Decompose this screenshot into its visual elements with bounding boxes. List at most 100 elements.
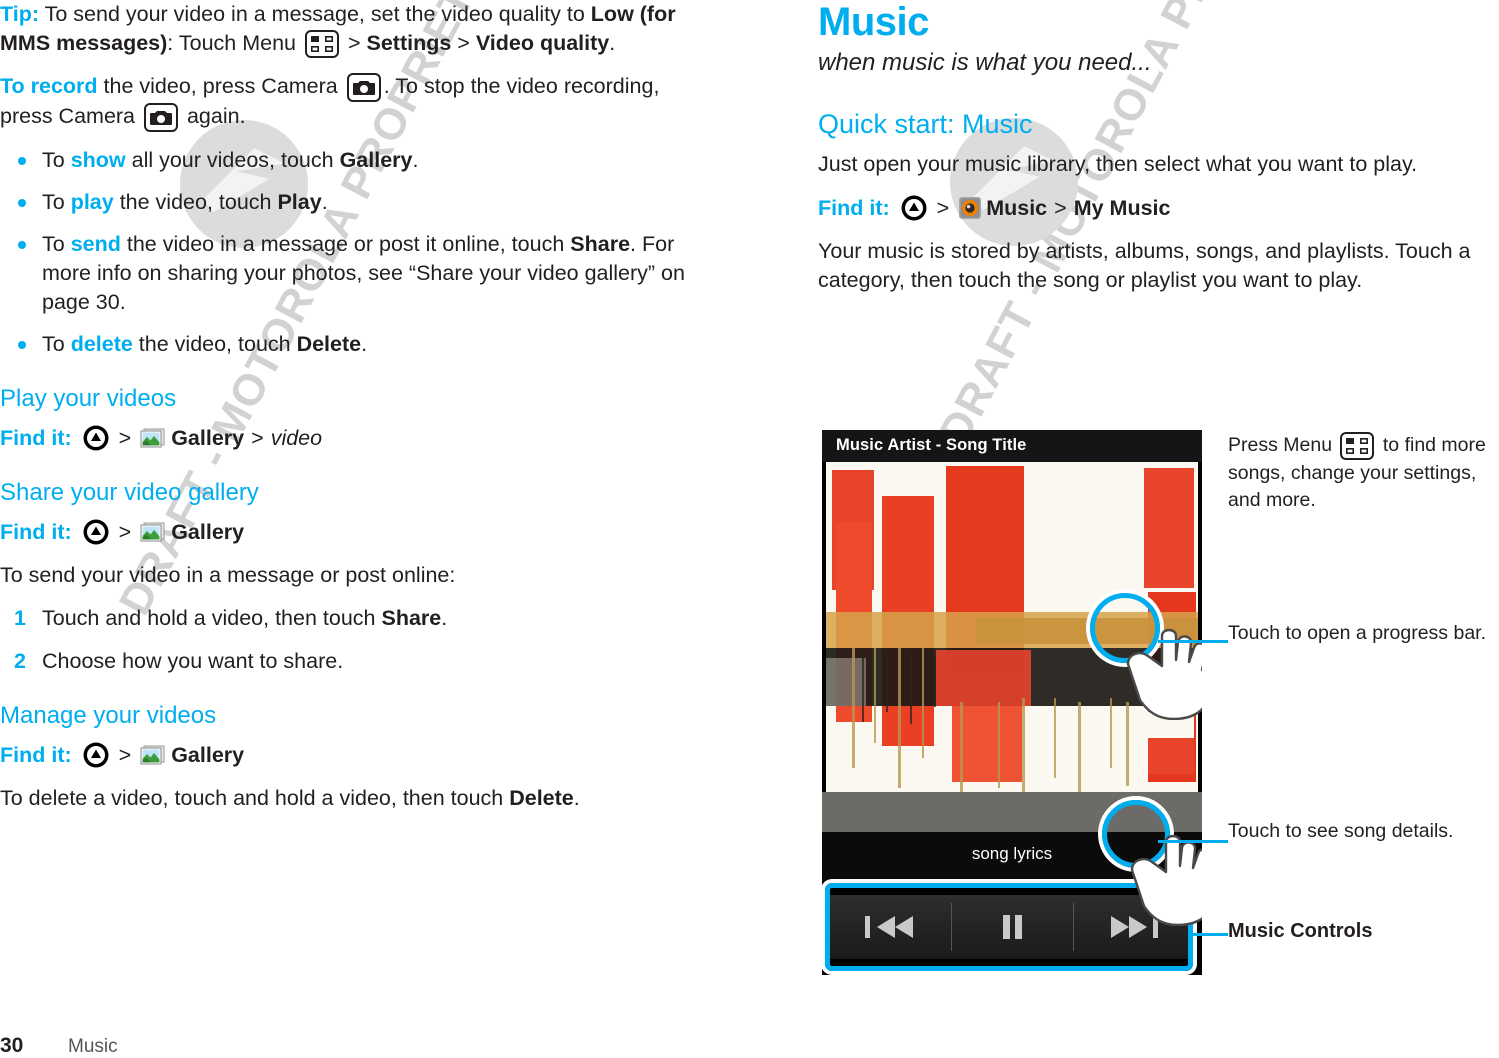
section-heading-quick-start: Quick start: Music [818, 109, 1033, 139]
bullet-post: . [321, 189, 328, 214]
bullet-pre: To [42, 147, 71, 172]
bullet-accent: show [70, 147, 126, 172]
callout-leader-music-controls [1190, 933, 1228, 936]
gallery-label: Gallery [171, 519, 245, 544]
chevron-gt: > [1054, 196, 1067, 220]
gallery-icon [140, 426, 167, 449]
find-it-share-gallery: Find it: > Gallery [0, 517, 700, 547]
bullet-post: . [412, 147, 419, 172]
callout-menu: Press Menu to find more songs, change yo… [1228, 432, 1499, 514]
launcher-icon [900, 194, 928, 222]
tip-gt-1: > [341, 31, 367, 55]
bullet-bold: Play [277, 189, 322, 214]
callout-menu-pre: Press Menu [1228, 434, 1338, 457]
bullet-post: . [361, 331, 368, 356]
touch-hand-icon [1118, 620, 1202, 721]
quick-start-body: Just open your music library, then selec… [818, 152, 1418, 176]
record-paragraph: To record the video, press Camera . To s… [0, 72, 700, 132]
bullet-mid: the video, touch [113, 189, 278, 214]
share-intro-paragraph: To send your video in a message or post … [0, 562, 456, 587]
tip-bold-settings: Settings [366, 31, 452, 55]
chevron-gt: > [936, 196, 950, 220]
launcher-icon [82, 424, 110, 452]
bullet-bold: Share [570, 231, 631, 256]
bullet-bold: Delete [296, 331, 362, 356]
share-steps-list: Touch and hold a video, then touch Share… [0, 604, 700, 676]
video-actions-list: To show all your videos, touch Gallery. … [0, 146, 700, 359]
page-title: Music [818, 0, 929, 44]
now-playing-title: Music Artist - Song Title [836, 436, 1027, 454]
tip-bold-video-quality: Video quality [475, 31, 610, 55]
callout-leader-progress [1158, 640, 1228, 643]
tip-text-2: : Touch Menu [167, 31, 302, 55]
callout-leader-song-details [1158, 840, 1228, 843]
chevron-gt: > [251, 425, 264, 450]
delete-bold: Delete [509, 785, 574, 810]
find-it-music: Find it: > Music > My Music [818, 193, 1499, 223]
tip-text-1: To send your video in a message, set the… [39, 2, 591, 26]
music-label: Music [986, 196, 1048, 220]
menu-icon [1340, 432, 1375, 460]
camera-icon [144, 102, 178, 132]
record-label: To record [0, 74, 98, 99]
delete-paragraph: To delete a video, touch and hold a vide… [0, 784, 700, 813]
now-playing-title-bar: Music Artist - Song Title [822, 430, 1202, 462]
my-music-label: My Music [1073, 196, 1171, 220]
delete-pre: To delete a video, touch and hold a vide… [0, 785, 510, 810]
menu-icon [304, 30, 339, 59]
music-player-figure: Music Artist - Song Title song lyrics [822, 430, 1202, 975]
bullet-pre: To [42, 189, 71, 214]
step-pre: Choose how you want to share. [42, 648, 344, 673]
tip-label: Tip: [0, 2, 40, 26]
bullet-bold: Gallery [339, 147, 413, 172]
find-it-label: Find it: [0, 519, 72, 544]
list-item: To play the video, touch Play. [0, 188, 700, 217]
chevron-gt: > [118, 425, 132, 450]
callout-song-details: Touch to see song details. [1228, 820, 1454, 842]
gallery-icon [140, 520, 167, 543]
right-column: Music when music is what you need... Qui… [818, 0, 1499, 309]
camera-icon [346, 73, 381, 103]
left-column: Tip: To send your video in a message, se… [0, 0, 700, 827]
step-bold: Share [381, 605, 442, 630]
find-it-manage-videos: Find it: > Gallery [0, 740, 700, 770]
find-it-tail-video: video [270, 425, 323, 450]
step-post: . [441, 605, 448, 630]
launcher-icon [82, 741, 110, 769]
tip-gt-2: > [451, 31, 476, 55]
callout-music-controls: Music Controls [1228, 920, 1373, 942]
find-it-label: Find it: [818, 196, 890, 220]
bullet-pre: To [42, 331, 71, 356]
bullet-mid: the video, touch [132, 331, 297, 356]
step-pre: Touch and hold a video, then touch [42, 605, 382, 630]
tip-period: . [609, 31, 616, 55]
manual-page: DRAFT - MOTOROLA PROPRIETARY INFORMATION… [0, 0, 1499, 1057]
phone-screen: Music Artist - Song Title song lyrics [822, 430, 1202, 975]
bullet-mid: the video in a message or post it online… [120, 231, 571, 256]
find-it-label: Find it: [0, 742, 72, 767]
page-subtitle: when music is what you need... [818, 49, 1152, 76]
launcher-icon [82, 518, 110, 546]
chevron-gt: > [118, 519, 132, 544]
gallery-icon [140, 743, 167, 766]
list-item: To delete the video, touch Delete. [0, 330, 700, 359]
bullet-accent: send [70, 231, 121, 256]
bullet-mid: all your videos, touch [125, 147, 340, 172]
footer-chapter: Music [68, 1036, 118, 1057]
page-number: 30 [0, 1034, 24, 1057]
list-item: To send the video in a message or post i… [0, 230, 700, 317]
find-it-play-videos: Find it: > Gallery > video [0, 423, 700, 453]
list-item: Choose how you want to share. [0, 647, 700, 676]
music-body-paragraph: Your music is stored by artists, albums,… [818, 239, 1471, 292]
bullet-accent: delete [70, 331, 133, 356]
music-icon [958, 196, 982, 220]
gallery-label: Gallery [171, 425, 245, 450]
list-item: Touch and hold a video, then touch Share… [0, 604, 700, 633]
section-heading-manage-your-videos: Manage your videos [0, 701, 217, 729]
bullet-accent: play [70, 189, 114, 214]
chevron-gt: > [118, 742, 132, 767]
section-heading-share-video-gallery: Share your video gallery [0, 478, 259, 506]
delete-post: . [573, 785, 580, 810]
callout-progress-bar: Touch to open a progress bar. [1228, 622, 1487, 644]
list-item: To show all your videos, touch Gallery. [0, 146, 700, 175]
